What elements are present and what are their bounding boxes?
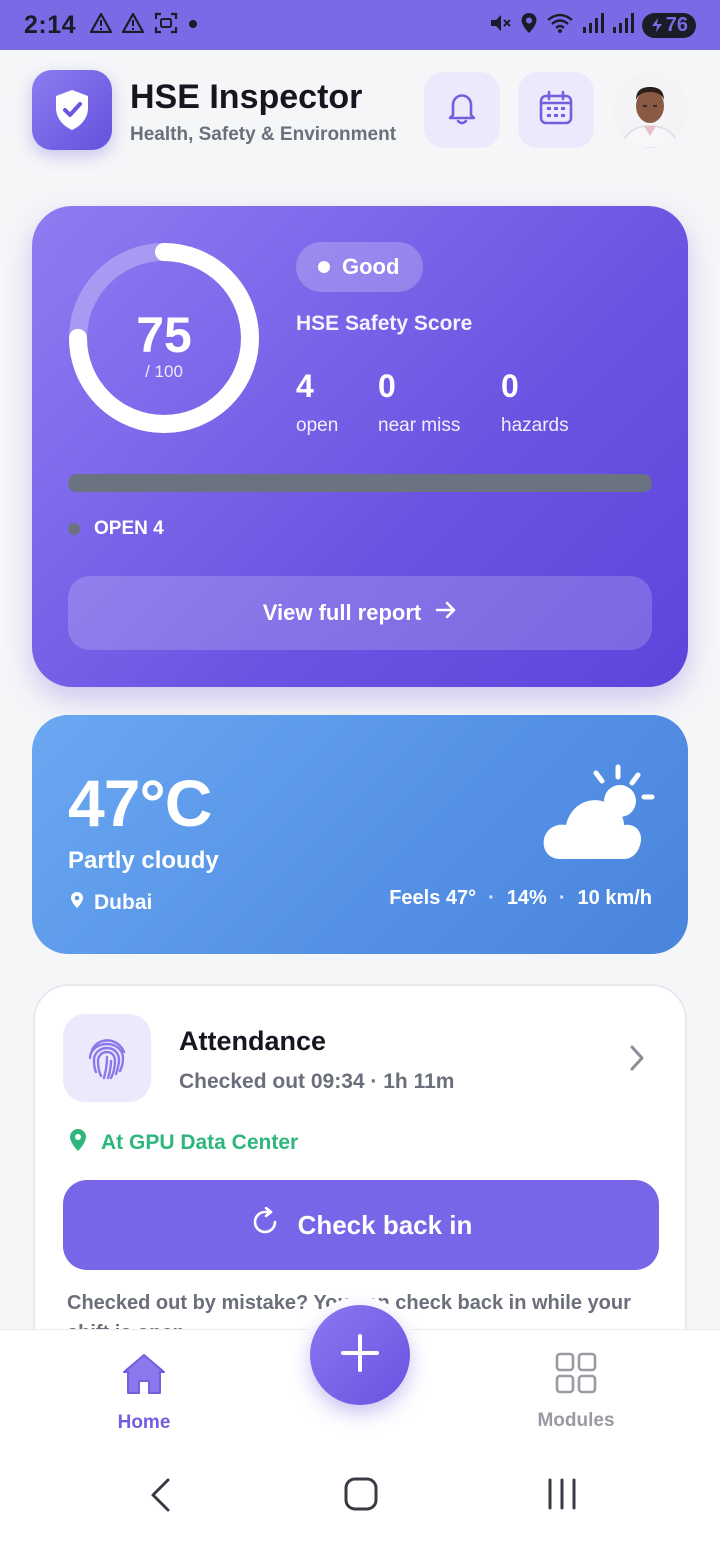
notifications-button[interactable] <box>424 72 500 148</box>
attendance-location: At GPU Data Center <box>69 1128 298 1158</box>
wifi-icon <box>546 12 574 39</box>
chevron-right-icon[interactable] <box>629 1044 645 1077</box>
weather-city: Dubai <box>94 891 153 914</box>
stat-hazards: 0 hazards <box>501 368 569 437</box>
status-bar: 2:14 76 <box>0 0 720 50</box>
stat-value: 4 <box>296 368 314 404</box>
separator: · <box>488 887 495 909</box>
recent-apps-icon[interactable] <box>546 1477 578 1516</box>
score-label: HSE Safety Score <box>296 312 473 335</box>
score-max: / 100 <box>145 362 183 381</box>
shield-check-icon <box>32 70 112 150</box>
battery-level: 76 <box>665 13 688 36</box>
signal-icon <box>612 12 634 39</box>
warning-icon <box>121 12 145 38</box>
view-report-button[interactable]: View full report <box>68 576 652 650</box>
app-header: HSE Inspector Health, Safety & Environme… <box>32 70 692 150</box>
back-icon[interactable] <box>148 1477 172 1518</box>
plus-icon <box>340 1333 380 1378</box>
calendar-icon <box>538 90 574 131</box>
nav-home[interactable]: Home <box>84 1352 204 1434</box>
home-icon <box>121 1352 167 1402</box>
weather-wind: 10 km/h <box>577 887 652 909</box>
score-value: 75 <box>136 307 192 363</box>
legend-label: OPEN 4 <box>94 518 164 539</box>
weather-details: Feels 47° · 14% · 10 km/h <box>389 887 652 910</box>
stat-value: 0 <box>378 368 396 404</box>
weather-feels: Feels 47° <box>389 887 477 909</box>
stat-label: near miss <box>378 415 461 436</box>
weather-location: Dubai <box>70 891 152 915</box>
calendar-button[interactable] <box>518 72 594 148</box>
stat-open: 4 open <box>296 368 338 437</box>
refresh-icon <box>250 1206 280 1244</box>
separator: · <box>558 887 566 909</box>
stat-label: hazards <box>501 415 569 436</box>
screenshot-icon <box>154 12 178 39</box>
battery-icon: 76 <box>641 12 696 38</box>
nav-home-label: Home <box>117 1412 171 1433</box>
location-pin-icon <box>70 891 84 915</box>
avatar[interactable] <box>612 72 688 148</box>
partly-cloudy-icon <box>543 764 655 859</box>
system-navigation-bar <box>0 1449 720 1544</box>
issues-bar <box>68 474 652 492</box>
fingerprint-icon <box>63 1014 151 1102</box>
status-badge: Good <box>296 242 424 292</box>
status-badge-label: Good <box>342 254 400 279</box>
weather-condition: Partly cloudy <box>68 847 219 874</box>
dot-icon <box>188 16 198 34</box>
issues-legend: OPEN 4 <box>68 518 164 540</box>
app-title: HSE Inspector <box>130 78 363 116</box>
check-back-in-label: Check back in <box>297 1209 473 1240</box>
app-subtitle: Health, Safety & Environment <box>130 124 397 145</box>
bell-icon <box>445 90 479 131</box>
attendance-location-label: At GPU Data Center <box>101 1131 299 1154</box>
stat-value: 0 <box>501 368 519 404</box>
nav-modules[interactable]: Modules <box>516 1352 636 1432</box>
stat-label: open <box>296 415 339 436</box>
nav-modules-label: Modules <box>537 1410 615 1431</box>
add-button[interactable] <box>302 1297 418 1413</box>
weather-card[interactable]: 47°C Partly cloudy Dubai Feels 47° · 14%… <box>32 715 688 954</box>
safety-score-card: 75 / 100 Good HSE Safety Score 4 open 0 … <box>32 206 688 687</box>
attendance-status: Checked out 09:34 · 1h 11m <box>179 1070 455 1093</box>
location-pin-icon <box>69 1128 87 1158</box>
home-square-icon[interactable] <box>344 1477 378 1516</box>
attendance-title: Attendance <box>179 1026 327 1056</box>
status-time: 2:14 <box>24 10 77 39</box>
arrow-right-icon <box>435 600 457 626</box>
weather-humidity: 14% <box>506 887 547 909</box>
location-icon <box>520 12 538 39</box>
view-report-label: View full report <box>262 600 422 625</box>
check-back-in-button[interactable]: Check back in <box>63 1180 659 1270</box>
legend-dot <box>68 523 80 535</box>
signal-icon <box>582 12 604 39</box>
weather-temperature: 47°C <box>68 766 212 840</box>
mute-icon <box>488 12 512 39</box>
stat-near-miss: 0 near miss <box>378 368 460 437</box>
warning-icon <box>89 12 113 38</box>
status-dot <box>318 261 330 273</box>
grid-icon <box>555 1352 597 1400</box>
